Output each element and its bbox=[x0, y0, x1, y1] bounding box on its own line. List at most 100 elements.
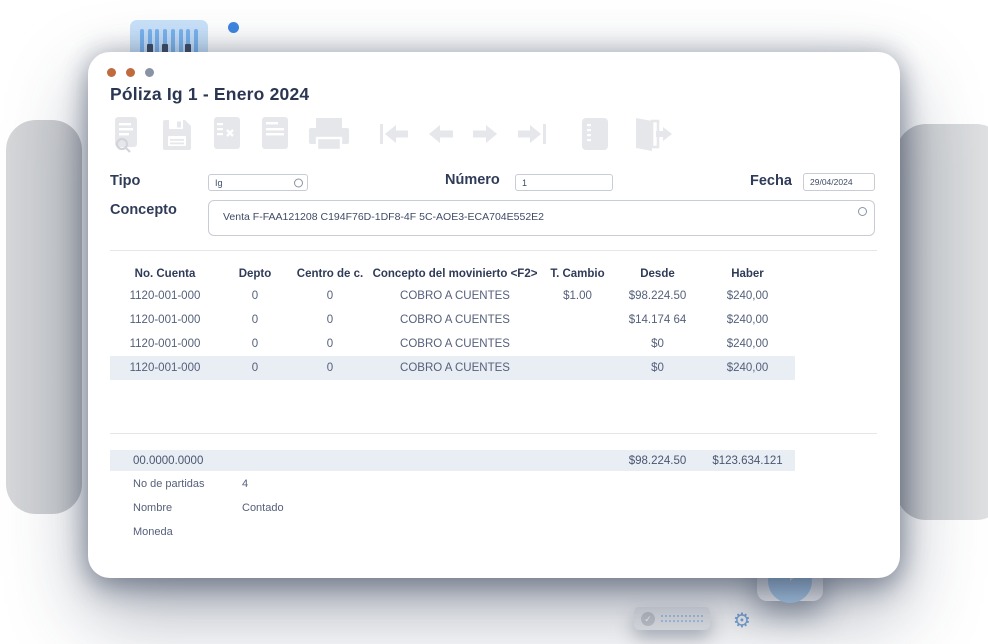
go-first-icon bbox=[376, 114, 412, 154]
table-row[interactable]: 1120-001-00000COBRO A CUENTES$1.00$98.22… bbox=[110, 284, 795, 308]
status-pill-button[interactable]: ✓ bbox=[634, 607, 710, 630]
go-next-icon bbox=[470, 114, 500, 154]
table-cell: $240,00 bbox=[700, 314, 795, 326]
partidas-label: No de partidas bbox=[133, 478, 242, 490]
table-cell: 1120-001-000 bbox=[110, 314, 220, 326]
background-card-left bbox=[6, 120, 82, 514]
table-cell: COBRO A CUENTES bbox=[370, 338, 540, 350]
concepto-input[interactable]: Venta F-FAA121208 C194F76D-1DF8-4F 5C-AO… bbox=[208, 200, 875, 236]
window-control-dot[interactable] bbox=[107, 68, 116, 77]
table-row[interactable]: 1120-001-00000COBRO A CUENTES$0$240,00 bbox=[110, 332, 795, 356]
fecha-input[interactable] bbox=[803, 173, 875, 191]
table-row[interactable]: 1120-001-00000COBRO A CUENTES$0$240,00 bbox=[110, 356, 795, 380]
totals-desde: $98.224.50 bbox=[615, 455, 700, 467]
delete-document-button[interactable] bbox=[210, 114, 244, 154]
history-icon bbox=[858, 207, 867, 216]
toolbar bbox=[110, 114, 674, 154]
table-cell: $240,00 bbox=[700, 290, 795, 302]
notes-button[interactable] bbox=[574, 114, 614, 154]
movements-table: No. CuentaDeptoCentro de c.Concepto del … bbox=[110, 264, 795, 380]
table-cell: $14.174 64 bbox=[615, 314, 700, 326]
table-cell: $1.00 bbox=[540, 290, 615, 302]
pill-text-lines bbox=[661, 612, 703, 625]
window-controls bbox=[107, 68, 154, 77]
moneda-label: Moneda bbox=[133, 526, 242, 538]
window-title: Póliza Ig 1 - Enero 2024 bbox=[110, 84, 309, 105]
table-cell: $240,00 bbox=[700, 362, 795, 374]
tipo-label: Tipo bbox=[110, 173, 140, 189]
table-cell: $240,00 bbox=[700, 338, 795, 350]
table-row[interactable]: 1120-001-00000COBRO A CUENTES$14.174 64$… bbox=[110, 308, 795, 332]
document-search-button[interactable] bbox=[110, 114, 146, 154]
table-cell: 0 bbox=[220, 290, 290, 302]
numero-label: Número bbox=[445, 172, 500, 188]
tipo-field-wrap bbox=[208, 174, 308, 191]
table-header-cell: Desde bbox=[615, 264, 700, 284]
save-icon bbox=[160, 114, 196, 154]
numero-input[interactable] bbox=[515, 174, 613, 191]
table-cell: 1120-001-000 bbox=[110, 290, 220, 302]
tipo-input[interactable] bbox=[208, 174, 308, 191]
table-header-cell: Depto bbox=[220, 264, 290, 284]
fecha-label: Fecha bbox=[750, 173, 792, 189]
nombre-value: Contado bbox=[242, 502, 284, 514]
document-copy-icon bbox=[258, 114, 292, 154]
divider bbox=[110, 250, 877, 251]
poliza-window: Póliza Ig 1 - Enero 2024 bbox=[88, 52, 900, 578]
summary-row: Moneda bbox=[110, 520, 610, 544]
table-cell: $0 bbox=[615, 362, 700, 374]
go-first-button[interactable] bbox=[376, 114, 412, 154]
table-header-row: No. CuentaDeptoCentro de c.Concepto del … bbox=[110, 264, 795, 284]
blue-dot-decoration bbox=[228, 22, 239, 33]
partidas-value: 4 bbox=[242, 478, 248, 490]
window-control-dot[interactable] bbox=[126, 68, 135, 77]
save-button[interactable] bbox=[160, 114, 196, 154]
go-last-button[interactable] bbox=[514, 114, 550, 154]
table-cell: COBRO A CUENTES bbox=[370, 314, 540, 326]
divider bbox=[110, 433, 877, 434]
summary-row: Nombre Contado bbox=[110, 496, 610, 520]
table-cell: 0 bbox=[290, 362, 370, 374]
table-cell: 0 bbox=[290, 290, 370, 302]
go-previous-button[interactable] bbox=[426, 114, 456, 154]
table-cell: 1120-001-000 bbox=[110, 362, 220, 374]
totals-haber: $123.634.121 bbox=[700, 455, 795, 467]
totals-account: 00.0000.0000 bbox=[110, 455, 220, 467]
table-cell: 0 bbox=[220, 338, 290, 350]
table-header-cell: Concepto del movinierto <F2> bbox=[370, 264, 540, 284]
copy-document-button[interactable] bbox=[258, 114, 292, 154]
concepto-value: Venta F-FAA121208 C194F76D-1DF8-4F 5C-AO… bbox=[223, 211, 544, 223]
exit-button[interactable] bbox=[628, 114, 674, 154]
totals-row: 00.0000.0000 $98.224.50$123.634.121 bbox=[110, 450, 795, 471]
exit-door-icon bbox=[628, 114, 674, 154]
nombre-label: Nombre bbox=[133, 502, 242, 514]
concepto-label: Concepto bbox=[110, 202, 177, 218]
table-header-cell: Centro de c. bbox=[290, 264, 370, 284]
history-icon bbox=[294, 178, 303, 187]
summary-section: No de partidas 4 Nombre Contado Moneda bbox=[110, 472, 610, 544]
page-background: ✓ ⚙ Póliza Ig 1 - Enero 2024 bbox=[0, 0, 988, 644]
table-header-cell: No. Cuenta bbox=[110, 264, 220, 284]
table-cell: 0 bbox=[220, 314, 290, 326]
document-delete-icon bbox=[210, 114, 244, 154]
document-search-icon bbox=[110, 114, 146, 154]
table-body: 1120-001-00000COBRO A CUENTES$1.00$98.22… bbox=[110, 284, 795, 380]
gear-icon[interactable]: ⚙ bbox=[733, 608, 751, 632]
background-card-right bbox=[896, 124, 988, 520]
go-previous-icon bbox=[426, 114, 456, 154]
table-header-cell: T. Cambio bbox=[540, 264, 615, 284]
check-icon: ✓ bbox=[641, 612, 655, 626]
notes-icon bbox=[574, 114, 614, 154]
window-control-dot[interactable] bbox=[145, 68, 154, 77]
print-button[interactable] bbox=[306, 114, 352, 154]
table-cell: 0 bbox=[220, 362, 290, 374]
table-cell: COBRO A CUENTES bbox=[370, 362, 540, 374]
table-cell: COBRO A CUENTES bbox=[370, 290, 540, 302]
table-cell: $98.224.50 bbox=[615, 290, 700, 302]
table-cell: 0 bbox=[290, 314, 370, 326]
go-next-button[interactable] bbox=[470, 114, 500, 154]
print-icon bbox=[306, 114, 352, 154]
table-cell: 1120-001-000 bbox=[110, 338, 220, 350]
table-header-cell: Haber bbox=[700, 264, 795, 284]
summary-row: No de partidas 4 bbox=[110, 472, 610, 496]
